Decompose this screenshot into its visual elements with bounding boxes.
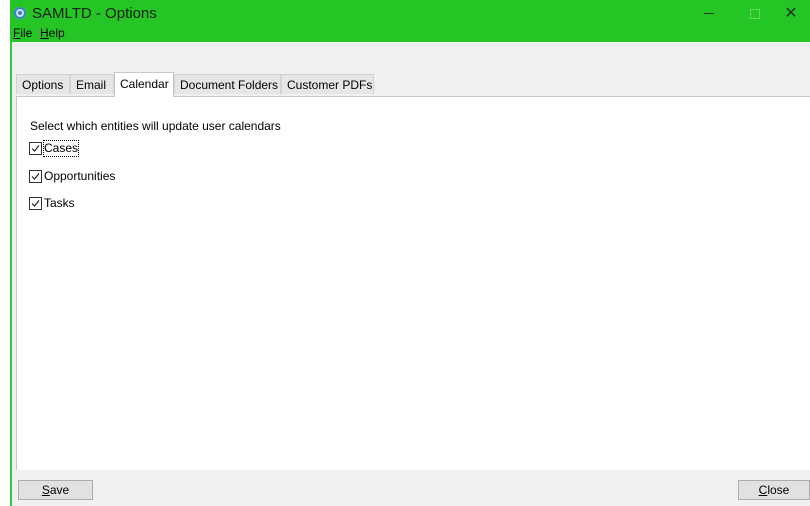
- close-icon: ✕: [784, 5, 798, 22]
- minimize-icon: [704, 13, 714, 14]
- checkmark-icon: [29, 170, 42, 183]
- options-window: SAMLTD - Options ✕ File Help Options Ema…: [0, 0, 810, 506]
- save-mnemonic: S: [41, 483, 50, 497]
- title-row: SAMLTD - Options ✕: [10, 0, 810, 26]
- tab-customer-pdfs[interactable]: Customer PDFs: [281, 74, 374, 94]
- cases-label: Cases: [42, 140, 80, 157]
- opportunities-label: Opportunities: [44, 169, 116, 183]
- calendar-instructions: Select which entities will update user c…: [30, 119, 281, 133]
- checkmark-icon: [29, 197, 42, 210]
- tasks-label: Tasks: [44, 196, 75, 210]
- tab-calendar[interactable]: Calendar: [114, 72, 174, 97]
- titlebar: SAMLTD - Options ✕ File Help: [10, 0, 810, 42]
- tab-email[interactable]: Email: [70, 74, 114, 94]
- calendar-panel: Select which entities will update user c…: [16, 96, 810, 470]
- window-left-border: [10, 42, 12, 506]
- menubar: File Help: [10, 26, 810, 42]
- button-bar: Save Close: [12, 470, 810, 506]
- menu-help-mnemonic: H: [40, 26, 49, 40]
- minimize-button[interactable]: [686, 0, 732, 28]
- tab-document-folders[interactable]: Document Folders: [174, 74, 281, 94]
- close-window-button[interactable]: ✕: [768, 0, 810, 28]
- menu-file[interactable]: File: [13, 26, 32, 40]
- menu-help-label: elp: [48, 26, 65, 40]
- close-button[interactable]: Close: [738, 480, 810, 500]
- tab-options[interactable]: Options: [16, 74, 70, 94]
- save-label: ave: [49, 483, 70, 497]
- window-left-margin: [0, 0, 10, 506]
- close-label: lose: [767, 483, 790, 497]
- menu-help[interactable]: Help: [40, 26, 65, 40]
- menu-file-label: ile: [20, 26, 33, 40]
- tab-strip: Options Email Calendar Document Folders …: [16, 72, 810, 97]
- maximize-icon: [750, 9, 760, 19]
- app-logo-icon: [14, 7, 26, 19]
- checkmark-icon: [29, 142, 42, 155]
- save-button[interactable]: Save: [18, 480, 93, 500]
- window-title: SAMLTD - Options: [32, 5, 157, 22]
